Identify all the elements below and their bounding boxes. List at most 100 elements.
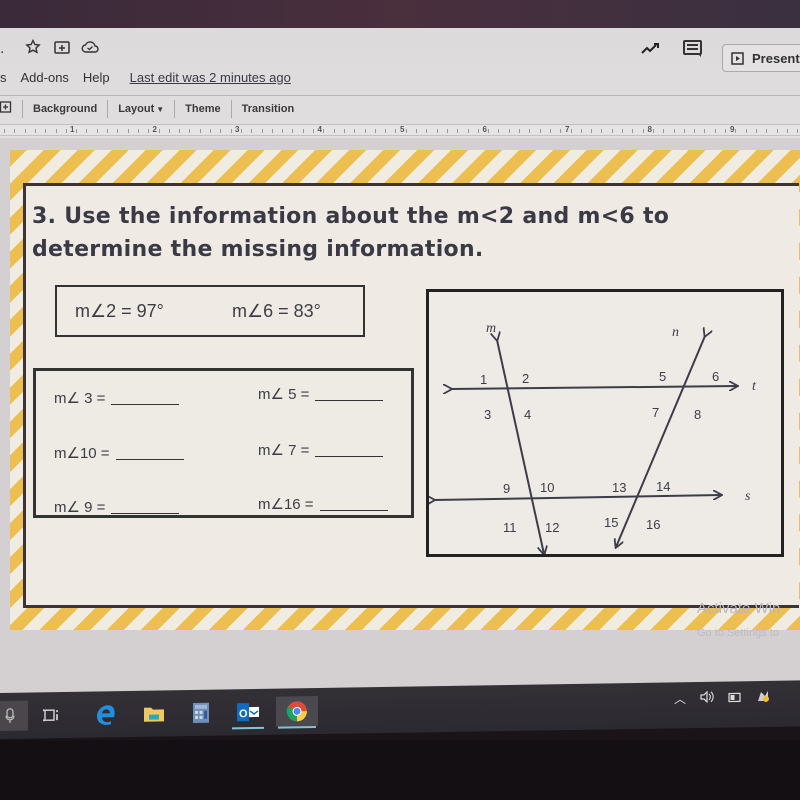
toolbar-divider	[174, 99, 176, 118]
activate-windows-watermark: Activate Win	[697, 600, 781, 617]
layout-label: Layout	[118, 102, 155, 115]
ruler-tick	[426, 129, 428, 133]
angle-label-13: 13	[612, 480, 626, 495]
menu-item-help[interactable]: Help	[83, 70, 110, 85]
ruler-tick	[282, 129, 284, 133]
ruler-label: 6	[482, 125, 487, 134]
answer-angle-7: m∠ 7 =	[258, 441, 384, 459]
ruler-tick	[189, 129, 191, 133]
ruler-tick	[622, 129, 623, 133]
answer-blank[interactable]	[111, 391, 180, 405]
angle-label-2: 2	[522, 371, 529, 386]
ruler-tick	[4, 129, 5, 133]
transition-button[interactable]: Transition	[242, 103, 295, 115]
show-hidden-icons-chevron-icon[interactable]: ︿	[674, 690, 686, 707]
star-icon[interactable]	[24, 38, 42, 56]
ruler-tick	[158, 129, 160, 133]
menu-bar: s Add-ons Help Last edit was 2 minutes a…	[0, 66, 291, 88]
move-to-folder-icon[interactable]	[53, 38, 71, 56]
diagram-svg: m n t s 1 2 3 4 5 6 7 8 9 10 11 12 13 14…	[429, 321, 757, 554]
ruler-tick	[508, 129, 510, 133]
ruler-label: 2	[152, 125, 157, 134]
comment-icon[interactable]	[682, 39, 704, 59]
ruler-tick	[34, 129, 36, 133]
ruler-tick	[786, 129, 788, 133]
ruler-tick	[148, 129, 150, 133]
menu-item-add-ons[interactable]: Add-ons	[21, 70, 69, 85]
given-angle-2: m∠2 = 97°	[75, 301, 164, 321]
ruler-tick	[642, 129, 644, 133]
cloud-saved-icon[interactable]	[80, 38, 100, 56]
angle-label-16: 16	[646, 517, 660, 532]
ruler-tick	[549, 129, 551, 133]
ruler-tick	[797, 129, 799, 133]
calculator-icon[interactable]	[183, 698, 219, 729]
ruler-tick	[477, 129, 479, 133]
ruler-tick	[364, 129, 366, 133]
angle-label-6: 6	[712, 369, 719, 384]
present-icon	[731, 51, 744, 65]
answer-blank[interactable]	[315, 387, 384, 401]
svg-text:O: O	[239, 708, 248, 720]
ruler-tick	[137, 129, 139, 133]
outlook-icon[interactable]: O	[230, 697, 266, 728]
ruler-tick	[755, 129, 757, 133]
layout-button[interactable]: Layout ▼	[118, 103, 164, 115]
toolbar: Background Layout ▼ Theme Transition	[0, 95, 800, 121]
angle-label-7: 7	[652, 405, 659, 420]
ruler-tick	[591, 129, 593, 133]
background-button[interactable]: Background	[33, 103, 97, 115]
ruler-tick	[65, 129, 67, 133]
label-s: s	[745, 489, 751, 504]
task-view-icon[interactable]	[34, 700, 70, 731]
answer-angle-10: m∠10 =	[54, 444, 184, 462]
ruler-tick	[107, 129, 108, 133]
line-t	[451, 386, 737, 389]
browser-url-bar[interactable]	[0, 0, 800, 30]
ruler-tick	[405, 129, 407, 133]
angle-label-3: 3	[484, 407, 491, 422]
activate-windows-subtext: Go to Settings to	[697, 627, 779, 639]
answer-blank[interactable]	[319, 497, 388, 511]
answer-angle-5: m∠ 5 =	[258, 385, 384, 403]
ruler-tick	[292, 129, 294, 133]
edge-browser-icon[interactable]	[88, 699, 124, 730]
ruler-label: 5	[400, 125, 405, 134]
ruler-tick	[251, 129, 253, 133]
ruler-tick	[55, 129, 57, 133]
answer-blank[interactable]	[315, 443, 384, 457]
ruler-tick	[333, 129, 335, 133]
screen: . Present s Add-ons Help Last edit was 2…	[0, 0, 800, 800]
present-button[interactable]: Present	[722, 44, 800, 72]
ruler-tick	[673, 129, 675, 133]
label-n: n	[672, 325, 679, 340]
trending-icon[interactable]	[640, 40, 662, 58]
answer-label: m∠16 =	[258, 496, 314, 513]
label-t: t	[752, 379, 757, 394]
chrome-icon[interactable]	[276, 696, 318, 727]
battery-icon[interactable]	[728, 691, 742, 705]
ruler-label: 8	[647, 125, 652, 134]
ruler-tick	[519, 129, 520, 133]
new-slide-icon[interactable]	[0, 101, 12, 116]
ruler-label: 9	[730, 125, 735, 134]
horizontal-ruler[interactable]: 1 2 3 4 5 6 7 8 9	[0, 124, 800, 136]
toolbar-divider	[230, 99, 232, 118]
menu-item-tools-fragment[interactable]: s	[0, 70, 7, 85]
angle-label-12: 12	[545, 520, 559, 535]
ruler-tick	[580, 129, 582, 133]
ruler-tick	[467, 129, 469, 133]
volume-icon[interactable]	[700, 690, 714, 706]
network-icon[interactable]	[756, 689, 770, 706]
given-values-box: m∠2 = 97° m∠6 = 83°	[55, 285, 365, 337]
ruler-tick	[395, 129, 397, 133]
ruler-tick	[498, 129, 500, 133]
file-explorer-icon[interactable]	[136, 698, 172, 729]
cortana-mic-icon[interactable]	[0, 700, 28, 732]
answer-label: m∠ 9 =	[54, 499, 106, 516]
last-edit-link[interactable]: Last edit was 2 minutes ago	[130, 70, 291, 85]
theme-button[interactable]: Theme	[185, 103, 220, 115]
answer-blank[interactable]	[115, 446, 184, 460]
answer-blank[interactable]	[111, 500, 180, 514]
ruler-tick	[210, 129, 211, 133]
